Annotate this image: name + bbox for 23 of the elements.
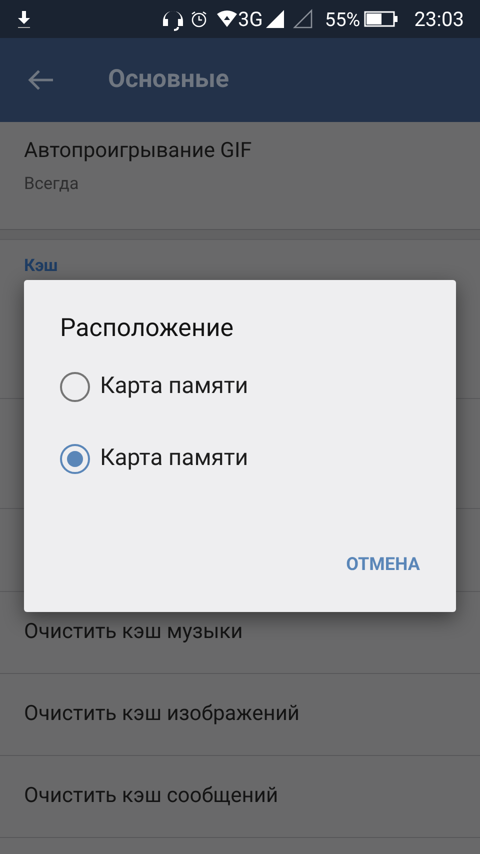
cache-item[interactable]: Очистить кэш музыки	[24, 616, 243, 648]
screen-title: Основные	[108, 64, 229, 96]
option-label: Карта памяти	[100, 371, 248, 402]
download-icon	[16, 9, 32, 29]
cache-item[interactable]: Очистить кэш сообщений	[24, 780, 278, 812]
setting-title: Автопроигрывание GIF	[24, 138, 253, 165]
radio-button[interactable]	[60, 372, 90, 402]
signal-empty-icon	[292, 9, 313, 29]
back-arrow-icon	[28, 69, 54, 91]
setting-value: Всегда	[24, 172, 80, 196]
cancel-button[interactable]: ОТМЕНА	[346, 551, 420, 578]
network-type: 3G	[238, 9, 263, 29]
clock: 23:03	[414, 9, 464, 29]
wifi-icon	[216, 10, 238, 28]
signal-icon	[264, 9, 285, 29]
dialog-title: Расположение	[60, 313, 235, 345]
section-header: Кэш	[24, 256, 58, 276]
option-label: Карта памяти	[100, 443, 248, 474]
battery-icon	[364, 11, 398, 27]
battery-percent: 55%	[324, 10, 360, 28]
cache-item[interactable]: Очистить кэш изображений	[24, 698, 300, 730]
alarm-icon	[190, 10, 208, 28]
radio-button[interactable]	[60, 444, 90, 474]
